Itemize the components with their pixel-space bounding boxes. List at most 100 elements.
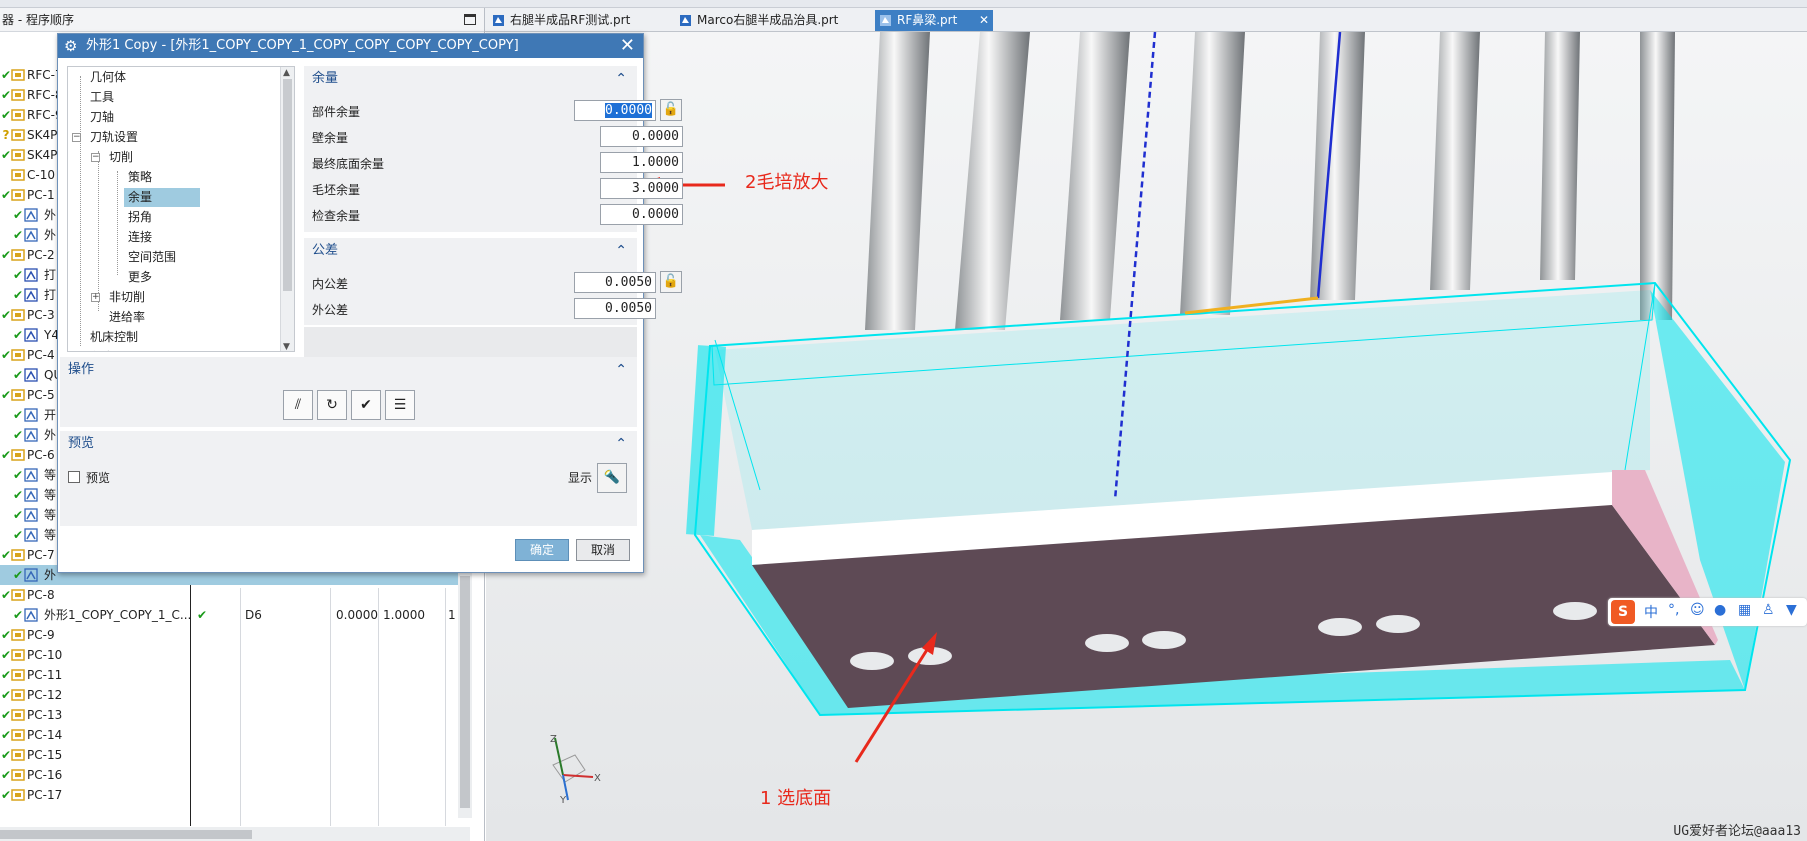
program-icon [11, 149, 25, 161]
tree-node[interactable]: 切削 [105, 148, 137, 167]
tree-node[interactable]: 几何体 [86, 68, 130, 87]
collapse-icon[interactable]: − [91, 153, 100, 162]
emoji-icon[interactable]: ☺ [1690, 602, 1705, 618]
user-icon[interactable]: ♙ [1762, 602, 1775, 618]
tree-node[interactable]: 余量 [124, 188, 201, 207]
collapse-icon[interactable]: ⌃ [615, 431, 627, 457]
program-icon [11, 309, 25, 321]
row-name: PC-8 [27, 588, 55, 602]
tree-node[interactable]: 连接 [124, 228, 156, 247]
model-scene[interactable]: Z X Y [486, 32, 1807, 841]
operations-group-header[interactable]: 操作 ⌃ [60, 357, 637, 383]
lock-icon[interactable]: 🔓 [660, 99, 682, 121]
table-row[interactable]: ✔ PC-13 [0, 705, 470, 725]
table-row[interactable]: ✔ PC-17 [0, 785, 470, 805]
table-row[interactable]: ✔ 外形1_COPY_COPY_1_C... ✔ D6 0.0000 1.0000 1 [0, 605, 470, 625]
status-check-icon: ✔ [12, 368, 24, 382]
tree-node[interactable]: 程序 [86, 348, 118, 351]
generate-icon[interactable]: ⫽ [283, 390, 313, 420]
cancel-button[interactable]: 取消 [576, 539, 630, 561]
table-row[interactable]: ✔ PC-8 [0, 585, 470, 605]
row-name: PC-16 [27, 768, 63, 782]
table-row[interactable]: ✔ PC-12 [0, 685, 470, 705]
program-icon [11, 389, 25, 401]
field-label: 壁余量 [312, 131, 349, 145]
ime-toolbar[interactable]: S 中 °, ☺ ● ▦ ♙ ▼ [1608, 598, 1807, 626]
value-input[interactable]: 0.0000 [600, 126, 683, 147]
row-name: PC-15 [27, 748, 63, 762]
program-icon [11, 769, 25, 781]
scroll-thumb[interactable] [0, 830, 252, 839]
list-icon[interactable]: ☰ [385, 390, 415, 420]
tree-node[interactable]: 非切削 [105, 288, 149, 307]
close-icon[interactable]: ✕ [620, 34, 635, 58]
tab-file-2[interactable]: Marco右腿半成品治具.prt [675, 10, 875, 31]
tolerance-group-header[interactable]: 公差 ⌃ [304, 238, 637, 264]
scroll-thumb[interactable] [283, 79, 292, 291]
table-row[interactable]: ✔ PC-14 [0, 725, 470, 745]
tab-file-3[interactable]: RF鼻梁.prt ✕ [875, 10, 993, 31]
stock-group-header[interactable]: 余量 ⌃ [304, 66, 637, 92]
collapse-icon[interactable]: ⌃ [615, 66, 627, 92]
tree-node[interactable]: 机床控制 [86, 328, 142, 347]
part-file-icon [493, 15, 504, 26]
row-name: 开 [44, 408, 57, 422]
stock-group: 余量 ⌃ 部件余量 0.0000 🔓 壁余量 0.0000 最终底面余量 1.0000 毛坯余… [304, 66, 683, 232]
preview-group-header[interactable]: 预览 ⌃ [60, 431, 637, 457]
row-name: PC-3 [27, 308, 55, 322]
ok-button[interactable]: 确定 [515, 539, 569, 561]
tree-node[interactable]: 工具 [86, 88, 118, 107]
chinese-mode-icon[interactable]: 中 [1644, 602, 1658, 622]
sogou-logo-icon[interactable]: S [1611, 600, 1635, 624]
status-check-icon: ✔ [12, 468, 24, 482]
collapse-icon[interactable]: ⌃ [615, 238, 627, 264]
table-row[interactable]: ✔ PC-15 [0, 745, 470, 765]
graphics-viewport[interactable]: Z X Y 2毛培放大 1 选底面 UG爱好者论坛@aaa13 [486, 32, 1807, 841]
value-input[interactable]: 0.0050 [574, 272, 656, 293]
expand-icon[interactable]: + [91, 293, 100, 302]
value-input[interactable]: 0.0050 [574, 298, 656, 319]
collapse-icon[interactable]: − [72, 133, 81, 142]
skin-icon[interactable]: ▼ [1786, 602, 1797, 618]
value-input[interactable]: 3.0000 [600, 178, 683, 199]
punctuation-icon[interactable]: °, [1668, 602, 1679, 618]
close-tab-icon[interactable]: ✕ [979, 10, 989, 31]
value-input[interactable]: 0.0000 [600, 204, 683, 225]
tree-node[interactable]: 更多 [124, 268, 156, 287]
tree-node[interactable]: 空间范围 [124, 248, 180, 267]
preview-checkbox[interactable] [68, 471, 80, 483]
tab-file-1[interactable]: 右腿半成品RF测试.prt [488, 10, 663, 31]
collapse-icon[interactable]: ⌃ [615, 357, 627, 383]
microphone-icon[interactable]: ● [1714, 602, 1726, 618]
table-row[interactable]: ✔ PC-10 [0, 645, 470, 665]
op-contour-icon [24, 428, 38, 442]
scroll-thumb[interactable] [460, 576, 470, 808]
tree-scrollbar[interactable]: ▲ ▼ [280, 67, 294, 351]
field-label: 毛坯余量 [312, 183, 361, 197]
navigator-vertical-scrollbar[interactable] [458, 568, 472, 818]
verify-icon[interactable]: ✔ [351, 390, 381, 420]
table-row[interactable]: ✔ PC-11 [0, 665, 470, 685]
annotation-step-1: 1 选底面 [760, 788, 832, 809]
value-input[interactable]: 0.0000 [574, 100, 656, 121]
scroll-up-icon[interactable]: ▲ [283, 68, 290, 78]
replay-icon[interactable]: ↻ [317, 390, 347, 420]
flashlight-icon[interactable]: 🔦 [597, 463, 627, 493]
row-name: PC-17 [27, 788, 63, 802]
tolerance-group-title: 公差 [312, 243, 339, 258]
dialog-titlebar[interactable]: ⚙ 外形1 Copy - [外形1_COPY_COPY_1_COPY_COPY_… [58, 34, 643, 58]
tree-node[interactable]: 拐角 [124, 208, 156, 227]
tree-node[interactable]: 刀轴 [86, 108, 118, 127]
table-row[interactable]: ✔ PC-9 [0, 625, 470, 645]
program-icon [11, 629, 25, 641]
table-row[interactable]: ✔ PC-16 [0, 765, 470, 785]
tree-node[interactable]: 策略 [124, 168, 156, 187]
keyboard-icon[interactable]: ▦ [1738, 602, 1751, 618]
tree-node[interactable]: 进给率 [105, 308, 149, 327]
maximize-icon[interactable] [464, 14, 476, 25]
value-input[interactable]: 1.0000 [600, 152, 683, 173]
navigator-horizontal-scrollbar[interactable] [0, 827, 470, 841]
lock-icon[interactable]: 🔓 [660, 271, 682, 293]
scroll-down-icon[interactable]: ▼ [283, 342, 290, 351]
tree-node[interactable]: 刀轨设置 [86, 128, 142, 147]
